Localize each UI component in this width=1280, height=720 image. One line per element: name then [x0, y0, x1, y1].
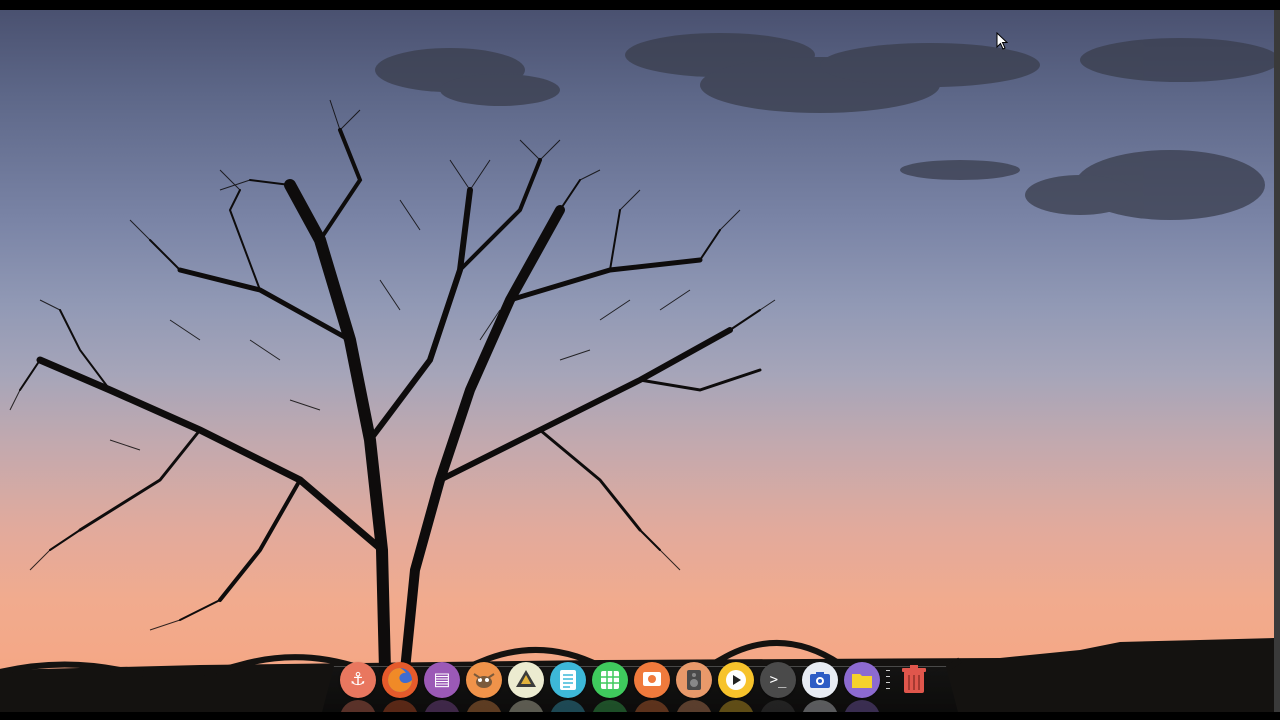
- reflection-music-player-icon: [676, 700, 712, 712]
- anchor-icon[interactable]: ⚓: [340, 662, 376, 698]
- reflection-spreadsheet-icon: [592, 700, 628, 712]
- firefox-icon[interactable]: [382, 662, 418, 698]
- video-player-icon[interactable]: [718, 662, 754, 698]
- trash-icon[interactable]: [896, 662, 932, 698]
- desktop-screen: ⚓ ▤ >_: [0, 0, 1280, 720]
- file-manager-icon[interactable]: [844, 662, 880, 698]
- reflection-inkscape-icon: [508, 700, 544, 712]
- reflection-screenshot-icon: [802, 700, 838, 712]
- reflection-terminal-icon: [760, 700, 796, 712]
- bottom-border: [0, 712, 1280, 720]
- reflection-video-player-icon: [718, 700, 754, 712]
- right-border: [1274, 10, 1280, 712]
- terminal-icon[interactable]: >_: [760, 662, 796, 698]
- text-editor-icon[interactable]: ▤: [424, 662, 460, 698]
- reflection-anchor-icon: [340, 700, 376, 712]
- top-border: [0, 0, 1280, 10]
- dock: ⚓ ▤ >_: [322, 662, 958, 712]
- music-player-icon[interactable]: [676, 662, 712, 698]
- reflection-file-manager-icon: [844, 700, 880, 712]
- reflection-text-editor-icon: [424, 700, 460, 712]
- dock-icons: ⚓ ▤ >_: [340, 662, 932, 698]
- wallpaper-scene: [0, 33, 1274, 712]
- dock-reflection: [340, 700, 880, 712]
- document-viewer-icon[interactable]: [550, 662, 586, 698]
- screenshot-icon[interactable]: [802, 662, 838, 698]
- reflection-gimp-icon: [466, 700, 502, 712]
- presentation-icon[interactable]: [634, 662, 670, 698]
- dock-separator: [886, 670, 890, 696]
- reflection-firefox-icon: [382, 700, 418, 712]
- reflection-document-viewer-icon: [550, 700, 586, 712]
- inkscape-icon[interactable]: [508, 662, 544, 698]
- desktop-wallpaper: [0, 10, 1274, 712]
- gimp-icon[interactable]: [466, 662, 502, 698]
- reflection-presentation-icon: [634, 700, 670, 712]
- spreadsheet-icon[interactable]: [592, 662, 628, 698]
